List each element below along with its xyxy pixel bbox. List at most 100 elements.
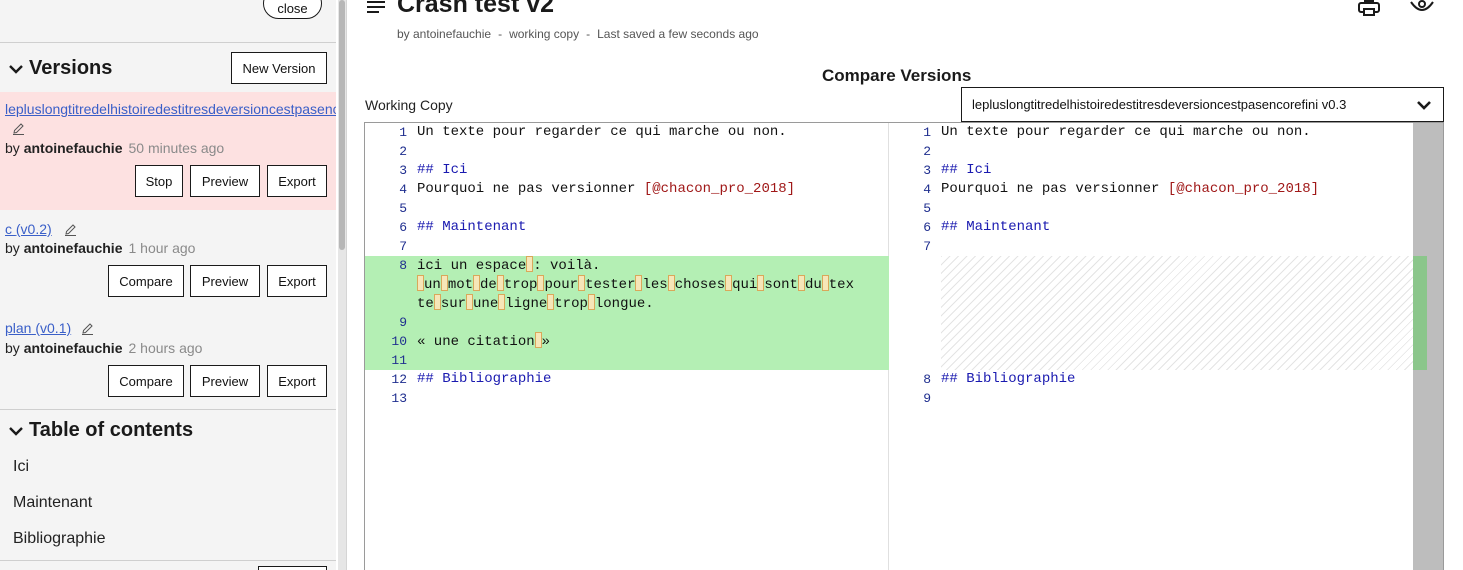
line-text: Un texte pour regarder ce qui marche ou … — [417, 123, 787, 142]
diff-line: 7 — [365, 237, 889, 256]
whitespace-marker — [440, 275, 448, 291]
toc-item-bibliographie[interactable]: Bibliographie — [13, 530, 106, 548]
text-segment: pour — [544, 277, 579, 293]
diff-line: 13 — [365, 389, 889, 408]
text-segment: tex — [828, 277, 854, 293]
line-number: 2 — [923, 144, 931, 159]
partial-button[interactable] — [258, 566, 327, 570]
version-link[interactable]: c (v0.2) — [5, 221, 52, 237]
line-text: ## Bibliographie — [417, 370, 551, 389]
export-button[interactable]: Export — [267, 365, 327, 397]
text-segment: » — [541, 334, 551, 350]
diff-line: 3 ## Ici — [365, 161, 889, 180]
version-select[interactable]: lepluslongtitredelhistoiredestitresdever… — [961, 87, 1444, 122]
line-number: 11 — [391, 353, 407, 368]
chevron-down-icon — [9, 426, 23, 436]
version-author: by antoinefauchie 1 hour ago — [5, 240, 196, 256]
version-link[interactable]: plan (v0.1) — [5, 320, 71, 336]
print-icon[interactable] — [1358, 0, 1380, 16]
text-segment: Pourquoi ne pas versionner — [941, 181, 1168, 197]
text-segment: Un texte pour regarder ce qui marche ou … — [941, 124, 1311, 140]
whitespace-marker — [797, 275, 805, 291]
line-text: ## Maintenant — [941, 218, 1050, 237]
text-segment: ## Ici — [417, 162, 468, 178]
document-title: Crash test v2 — [397, 0, 555, 18]
compare-title: Compare Versions — [822, 66, 972, 85]
preview-button[interactable]: Preview — [190, 265, 260, 297]
text-segment: longue. — [594, 296, 654, 312]
toc-item-maintenant[interactable]: Maintenant — [13, 494, 92, 512]
whitespace-marker — [667, 275, 675, 291]
text-segment: Pourquoi ne pas versionner — [417, 181, 644, 197]
version-item: c (v0.2) by antoinefauchie 1 hour ago Com… — [0, 210, 336, 310]
line-number: 9 — [923, 391, 931, 406]
toc-item-ici[interactable]: Ici — [13, 458, 29, 476]
line-number: 9 — [399, 315, 407, 330]
pencil-icon[interactable] — [12, 122, 25, 135]
text-segment: te — [417, 296, 434, 312]
diff-line: 12 ## Bibliographie — [365, 370, 889, 389]
line-text: « une citation » — [417, 332, 550, 352]
diff-line: 11 — [365, 351, 889, 370]
new-version-button[interactable]: New Version — [231, 52, 327, 84]
line-number: 13 — [391, 391, 407, 406]
divider — [0, 409, 336, 410]
diff-pane-working-copy[interactable]: 1 Un texte pour regarder ce qui marche ou… — [365, 123, 889, 570]
diff-line: 6 ## Maintenant — [365, 218, 889, 237]
diff-pane-version[interactable]: 1 Un texte pour regarder ce qui marche ou… — [889, 123, 1413, 570]
whitespace-marker — [534, 332, 542, 348]
text-segment: du — [804, 277, 822, 293]
line-text: te sur une ligne trop longue. — [417, 294, 654, 314]
text-segment: choses — [674, 277, 726, 293]
whitespace-marker — [473, 275, 481, 291]
diff-line: 7 — [889, 237, 1413, 256]
text-segment: ## Bibliographie — [417, 371, 552, 387]
citation: [@chacon_pro_2018] — [1167, 181, 1320, 197]
versions-header[interactable]: Versions — [8, 57, 112, 80]
eye-icon[interactable] — [1410, 0, 1434, 14]
text-segment: ligne — [505, 296, 548, 312]
line-number: 6 — [923, 220, 931, 235]
diff-line: 1 Un texte pour regarder ce qui marche ou… — [365, 123, 889, 142]
version-author: by antoinefauchie 2 hours ago — [5, 340, 203, 356]
export-button[interactable]: Export — [267, 265, 327, 297]
text-segment: Un texte pour regarder ce qui marche ou … — [417, 124, 787, 140]
whitespace-marker — [496, 275, 504, 291]
text-segment: ## Maintenant — [417, 219, 527, 235]
chevron-down-icon — [1417, 101, 1431, 110]
toc-title: Table of contents — [29, 419, 194, 441]
export-button[interactable]: Export — [267, 165, 327, 197]
line-number: 1 — [399, 125, 407, 140]
working-copy-label: Working Copy — [365, 97, 453, 113]
pencil-icon[interactable] — [64, 223, 77, 236]
text-segment: ici un espace — [417, 258, 527, 274]
sidebar-scroll-thumb[interactable] — [339, 0, 345, 250]
diff-line: 4 Pourquoi ne pas versionner [@chacon_pro… — [889, 180, 1413, 199]
compare-button[interactable]: Compare — [108, 365, 184, 397]
diff-line: 3 ## Ici — [889, 161, 1413, 180]
text-segment: une — [473, 296, 499, 312]
toc-header[interactable]: Table of contents — [8, 419, 193, 442]
line-number: 8 — [923, 372, 931, 387]
preview-button[interactable]: Preview — [190, 365, 260, 397]
main-panel: Crash test v2 by antoinefauchie - working … — [347, 0, 1463, 570]
line-number: 5 — [399, 201, 407, 216]
diff-line: 9 — [889, 389, 1413, 408]
line-number: 6 — [399, 220, 407, 235]
diff-line: un mot de trop pour tester les choses qui sont du t… — [365, 275, 889, 294]
text-segment: ## Maintenant — [941, 219, 1051, 235]
stop-button[interactable]: Stop — [135, 165, 183, 197]
line-number: 1 — [923, 125, 931, 140]
line-number: 3 — [923, 163, 931, 178]
version-link[interactable]: lepluslongtitredelhistoiredestitresdever… — [5, 101, 336, 117]
version-item: plan (v0.1) by antoinefauchie 2 hours ago… — [0, 310, 336, 410]
diff-line: 5 — [889, 199, 1413, 218]
pencil-icon[interactable] — [81, 322, 94, 335]
preview-button[interactable]: Preview — [190, 165, 260, 197]
close-button[interactable]: close — [263, 0, 322, 19]
menu-icon[interactable] — [367, 0, 385, 14]
sidebar: close Versions New Version lepluslongtit… — [0, 0, 336, 570]
text-segment: tester — [585, 277, 636, 293]
line-number: 8 — [399, 258, 407, 273]
compare-button[interactable]: Compare — [108, 265, 184, 297]
